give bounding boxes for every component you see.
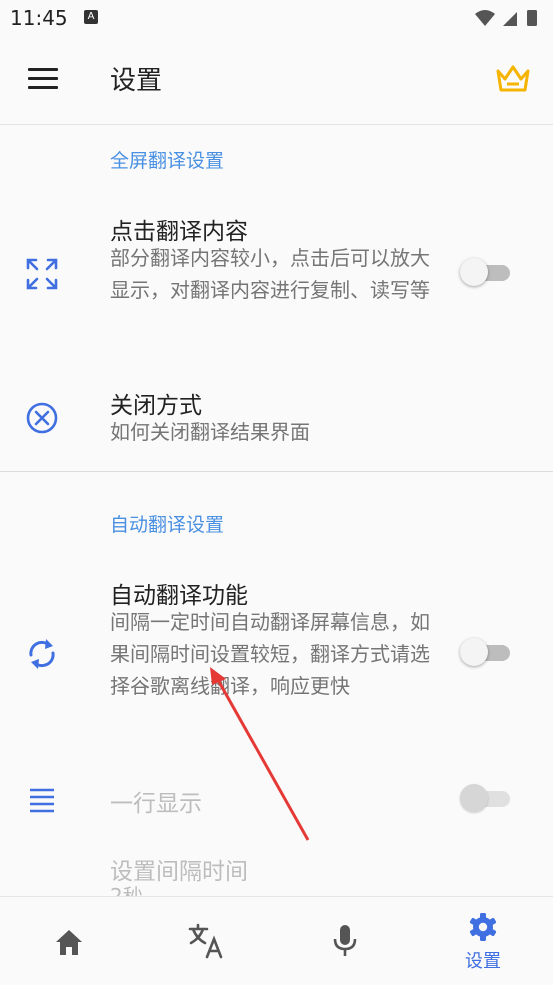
bottom-nav: 设置 — [0, 896, 553, 985]
page-title: 设置 — [110, 66, 163, 96]
section-header-auto: 自动翻译设置 — [110, 514, 225, 536]
auto-translate-toggle[interactable] — [460, 636, 512, 668]
setting-subtitle: 间隔一定时间自动翻译屏幕信息，如果间隔时间设置较短，翻译方式请选择谷歌离线翻译，… — [110, 610, 430, 698]
lines-icon — [30, 788, 54, 813]
nav-settings-label: 设置 — [465, 951, 501, 972]
section-header-fullscreen: 全屏翻译设置 — [110, 150, 225, 172]
nav-voice[interactable] — [276, 897, 414, 985]
notification-a-icon: A — [84, 10, 98, 24]
system-status-icons — [475, 10, 537, 26]
setting-title: 自动翻译功能 — [110, 583, 248, 609]
settings-list[interactable]: 全屏翻译设置 点击翻译内容 部分翻译内容较小，点击后可以放大显示，对翻译内容进行… — [0, 124, 553, 896]
setting-single-line[interactable]: 一行显示 — [0, 780, 553, 820]
close-circle-icon — [26, 402, 58, 434]
setting-title: 一行显示 — [110, 791, 202, 817]
single-line-toggle[interactable] — [460, 782, 512, 814]
fullscreen-expand-icon — [26, 258, 58, 290]
status-time: 11:45 — [10, 6, 68, 30]
sync-icon — [29, 639, 55, 669]
setting-auto-translate[interactable]: 自动翻译功能 间隔一定时间自动翻译屏幕信息，如果间隔时间设置较短，翻译方式请选择… — [0, 576, 553, 736]
setting-tap-translate[interactable]: 点击翻译内容 部分翻译内容较小，点击后可以放大显示，对翻译内容进行复制、读写等 — [0, 212, 553, 342]
setting-subtitle: 部分翻译内容较小，点击后可以放大显示，对翻译内容进行复制、读写等 — [110, 246, 430, 302]
translate-icon — [188, 923, 223, 959]
nav-settings[interactable]: 设置 — [414, 897, 552, 985]
nav-translate[interactable] — [138, 897, 276, 985]
menu-icon[interactable] — [28, 68, 58, 90]
home-icon — [56, 930, 82, 955]
tap-translate-toggle[interactable] — [460, 256, 512, 288]
status-bar: 11:45 A — [0, 0, 553, 36]
nav-home[interactable] — [0, 897, 138, 985]
setting-interval[interactable]: 设置间隔时间 2秒 — [0, 852, 553, 896]
gear-icon — [469, 913, 497, 941]
mic-icon — [333, 925, 357, 956]
section-divider — [0, 471, 553, 472]
setting-subtitle: 如何关闭翻译结果界面 — [110, 420, 310, 444]
setting-subtitle: 2秒 — [110, 884, 143, 896]
setting-close-method[interactable]: 关闭方式 如何关闭翻译结果界面 — [0, 386, 553, 456]
setting-title: 关闭方式 — [110, 393, 202, 419]
app-bar: 设置 — [0, 36, 553, 125]
setting-title: 点击翻译内容 — [110, 219, 248, 245]
crown-icon[interactable] — [493, 62, 533, 96]
